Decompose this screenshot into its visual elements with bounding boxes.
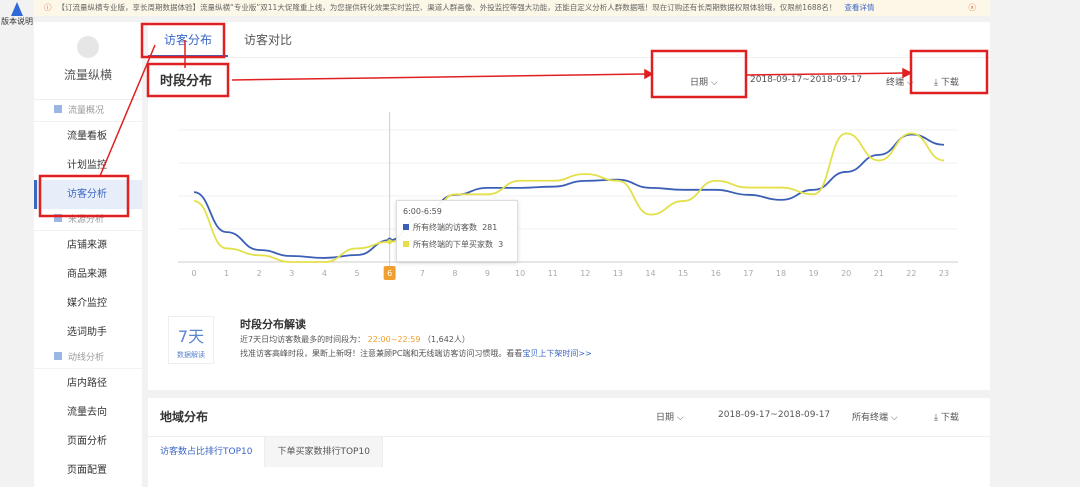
x-tick-label: 2 (257, 269, 262, 278)
series-line-1 (193, 132, 945, 263)
geo-panel: 地域分布 日期 ⌵ 2018-09-17~2018-09-17 所有终端 ⌵ ⤓… (148, 398, 990, 487)
geo-terminal-select[interactable]: 所有终端 ⌵ (852, 410, 898, 423)
tab-visitor-top10[interactable]: 访客数占比排行TOP10 (148, 437, 266, 467)
x-tick-label: 5 (354, 269, 359, 278)
seven-day-badge: 7天 数据解读 (168, 316, 214, 364)
group-icon (54, 352, 62, 360)
date-range[interactable]: 2018-09-17~2018-09-17 (750, 75, 862, 85)
sidebar-item[interactable]: 选词助手 (34, 318, 142, 347)
main-panel: 访客分布 访客对比 时段分布 日期 ⌵ 2018-09-17~2018-09-1… (148, 22, 990, 390)
interpretation: 7天 数据解读 时段分布解读 近7天日均访客数最多的时间段为： 22:00~22:… (168, 316, 968, 376)
sidebar-item[interactable]: 店铺来源 (34, 231, 142, 260)
x-tick-label: 19 (808, 269, 818, 278)
x-tick-label: 21 (874, 269, 884, 278)
series-point (387, 239, 393, 245)
sidebar-item[interactable]: 页面分析 (34, 427, 142, 456)
notice-bar: ⓘ 【订流量纵横专业版，享长周期数据体验】流量纵横“专业版”双11大促隆重上线，为… (34, 0, 990, 16)
date-select[interactable]: 日期 ⌵ (690, 75, 718, 88)
tab-visitor-compare[interactable]: 访客对比 (228, 22, 308, 57)
x-tick-label: 6 (387, 269, 392, 278)
x-tick-label: 11 (548, 269, 558, 278)
x-tick-label: 7 (420, 269, 425, 278)
sidebar-item[interactable]: 媒介监控 (34, 289, 142, 318)
sidebar-group: 动线分析 (34, 347, 142, 369)
sidebar-item[interactable]: 页面配置 (34, 456, 142, 485)
group-icon (54, 105, 62, 113)
sidebar-item-active[interactable]: 访客分析 (34, 180, 142, 209)
x-tick-label: 16 (711, 269, 721, 278)
section-title: 时段分布 (160, 74, 213, 89)
sidebar: 流量纵横 流量概况 流量看板 计划监控 访客分析 来源分析 店铺来源 商品来源 媒介监控 选词助… (34, 22, 142, 487)
close-icon[interactable]: ⓧ (969, 0, 977, 16)
x-tick-label: 17 (743, 269, 753, 278)
logo-icon (11, 2, 23, 16)
x-tick-label: 12 (580, 269, 590, 278)
x-tick-label: 15 (678, 269, 688, 278)
geo-date-select[interactable]: 日期 ⌵ (656, 410, 684, 423)
tab-visitor-distribution[interactable]: 访客分布 (148, 22, 229, 57)
terminal-select[interactable]: 终端 ⌵ (886, 75, 914, 88)
tab-buyer-top10[interactable]: 下单买家数排行TOP10 (265, 437, 383, 467)
x-tick-label: 9 (485, 269, 490, 278)
x-tick-label: 13 (613, 269, 623, 278)
sidebar-brand: 流量纵横 (34, 22, 142, 100)
geo-date-range[interactable]: 2018-09-17~2018-09-17 (718, 410, 830, 420)
x-tick-label: 14 (645, 269, 655, 278)
sidebar-item[interactable]: 商品来源 (34, 260, 142, 289)
x-tick-label: 18 (776, 269, 786, 278)
time-distribution-chart: 0 1 2 3 4 5 6 7 8 9 10 11 12 13 14 15 16 17 18 19 20 21 22 23 (178, 112, 958, 280)
chart-tooltip: 6:00-6:59 所有终端的访客数 281 所有终端的下单买家数 3 (396, 200, 518, 262)
x-tick-label: 4 (322, 269, 327, 278)
x-tick-label: 23 (939, 269, 949, 278)
group-icon (54, 214, 62, 222)
x-tick-label: 0 (191, 269, 196, 278)
sidebar-item[interactable]: 流量去向 (34, 398, 142, 427)
x-tick-label: 1 (224, 269, 229, 278)
x-tick-label: 3 (289, 269, 294, 278)
sidebar-item[interactable]: 流量看板 (34, 122, 142, 151)
sidebar-group: 来源分析 (34, 209, 142, 231)
version-help[interactable]: 版本说明 (0, 0, 34, 40)
sidebar-group: 流量概况 (34, 100, 142, 122)
x-tick-label: 22 (906, 269, 916, 278)
sidebar-item[interactable]: 计划监控 (34, 151, 142, 180)
sidebar-item[interactable]: 店内路径 (34, 369, 142, 398)
chart-icon (77, 36, 99, 58)
shelf-time-link[interactable]: 宝贝上下架时间>> (522, 349, 591, 358)
x-tick-label: 10 (515, 269, 525, 278)
x-tick-label: 20 (841, 269, 851, 278)
x-tick-label: 8 (452, 269, 457, 278)
download-button[interactable]: ⤓ 下载 (934, 75, 959, 88)
geo-download-button[interactable]: ⤓ 下载 (934, 410, 959, 423)
warning-icon: ⓘ (44, 3, 52, 12)
notice-detail-link[interactable]: 查看详情 (844, 3, 874, 12)
